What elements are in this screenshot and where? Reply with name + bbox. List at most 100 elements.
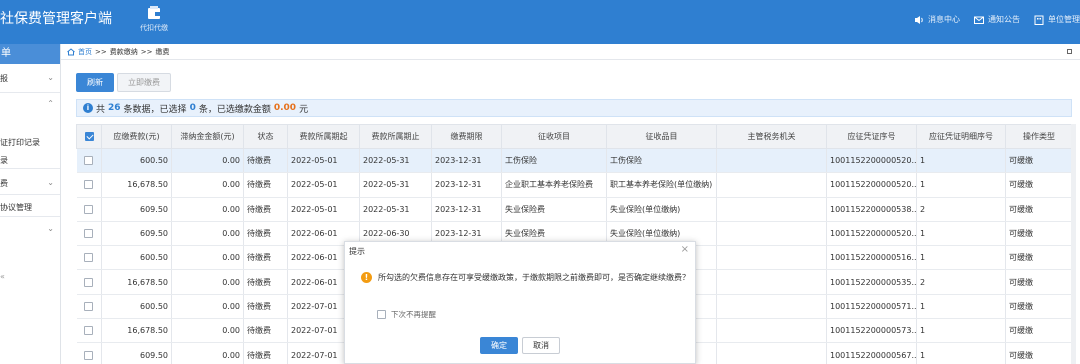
table-cell: 1001152200000520... [826, 221, 917, 247]
cancel-button[interactable]: 取消 [522, 337, 560, 354]
sidebar-item-agreement[interactable]: 协议管理 [0, 202, 60, 213]
table-cell: 可缓缴 [1005, 294, 1073, 320]
table-cell: 0.00 [171, 318, 244, 344]
table-cell [716, 172, 827, 198]
column-header[interactable]: 征收项目 [501, 124, 607, 149]
table-cell: 16,678.50 [101, 269, 172, 295]
row-checkbox[interactable] [76, 318, 102, 344]
table-cell: 可缓缴 [1005, 269, 1073, 295]
table-scrollbar[interactable] [1071, 124, 1076, 364]
module-label: 代扣代缴 [140, 24, 168, 32]
speaker-icon [915, 15, 923, 24]
sidebar-item-label: 证打印记录 [0, 138, 40, 147]
column-header[interactable]: 滞纳金金额(元) [171, 124, 244, 149]
refresh-button[interactable]: 刷新 [76, 73, 114, 92]
maximize-icon[interactable] [1067, 49, 1072, 54]
chevron-up-icon: ⌃ [47, 99, 54, 108]
sidebar-item-fee[interactable]: 费 ⌄ [0, 178, 60, 189]
table-cell: 609.50 [101, 342, 172, 364]
table-cell: 2022-05-01 [287, 172, 360, 198]
breadcrumb-separator: >> [95, 47, 107, 56]
pay-now-button[interactable]: 立即缴费 [117, 73, 171, 92]
column-header[interactable]: 费款所属期起 [287, 124, 360, 149]
table-cell: 0.00 [171, 221, 244, 247]
row-checkbox[interactable] [76, 294, 102, 320]
dont-remind-checkbox[interactable]: 下次不再提醒 [377, 309, 436, 320]
select-all-checkbox[interactable] [76, 124, 102, 149]
summary-text: 条数据，已选择 [123, 104, 187, 115]
table-cell: 0.00 [171, 148, 244, 174]
table-cell: 1 [916, 294, 1006, 320]
summary-text: 共 [96, 104, 106, 115]
checkbox-icon[interactable] [377, 310, 386, 319]
table-cell: 1 [916, 221, 1006, 247]
sidebar-collapse-button[interactable]: « [0, 272, 60, 281]
dialog-message: 所勾选的欠费信息存在可享受缓缴政策，于缴款期限之前缴费即可，是否确定继续缴费？ [378, 273, 690, 282]
row-checkbox[interactable] [76, 342, 102, 364]
table-cell: 工伤保险 [501, 148, 607, 174]
row-checkbox[interactable] [76, 269, 102, 295]
dont-remind-label: 下次不再提醒 [391, 310, 436, 319]
breadcrumb-home[interactable]: 首页 [78, 47, 92, 57]
column-header[interactable]: 缴费期限 [431, 124, 502, 149]
column-header[interactable]: 主管税务机关 [716, 124, 827, 149]
divider [0, 168, 60, 169]
top-right-nav: 消息中心 通知公告 单位管理 [914, 14, 1080, 25]
table-cell: 1 [916, 148, 1006, 174]
table-cell: 609.50 [101, 221, 172, 247]
sidebar-item-label: 协议管理 [0, 203, 32, 212]
topnav-message-center[interactable]: 消息中心 [914, 14, 960, 25]
table-row[interactable]: 600.50 0.00 待缴费 2022-05-01 2022-05-31 2023-12… [76, 148, 1073, 174]
row-checkbox[interactable] [76, 245, 102, 271]
summary-selected: 0 [189, 103, 196, 113]
table-row[interactable]: 609.50 0.00 待缴费 2022-05-01 2022-05-31 2023-12… [76, 197, 1073, 222]
table-cell: 待缴费 [243, 318, 288, 344]
table-cell: 职工基本养老保险(单位缴纳) [606, 172, 717, 198]
table-cell: 可缓缴 [1005, 197, 1073, 222]
topnav-unit-management[interactable]: 单位管理 [1034, 14, 1080, 25]
module-withholding[interactable]: 代扣代缴 [136, 3, 172, 39]
sidebar-item-records[interactable]: 录 [0, 155, 60, 166]
table-cell: 2 [916, 269, 1006, 295]
chevron-down-icon: ⌄ [47, 73, 54, 82]
checkbox-icon [84, 156, 94, 166]
table-cell: 2 [916, 197, 1006, 222]
table-cell: 1001152200000567... [826, 342, 917, 364]
breadcrumb-item[interactable]: 费款缴纳 [110, 47, 138, 57]
checkbox-icon [84, 204, 94, 214]
row-checkbox[interactable] [76, 148, 102, 174]
sidebar-item-report[interactable]: 报 ⌄ [0, 73, 60, 84]
column-header[interactable]: 应征凭证序号 [826, 124, 917, 149]
confirm-button[interactable]: 确定 [480, 337, 518, 354]
row-checkbox[interactable] [76, 221, 102, 247]
summary-text: 元 [299, 104, 309, 115]
row-checkbox[interactable] [76, 172, 102, 198]
sidebar-item-print-records[interactable]: 证打印记录 [0, 137, 60, 148]
table-cell: 1 [916, 318, 1006, 344]
table-cell: 失业保险费 [501, 197, 607, 222]
divider [0, 216, 60, 217]
table-row[interactable]: 16,678.50 0.00 待缴费 2022-05-01 2022-05-31 2023… [76, 172, 1073, 198]
topnav-label: 消息中心 [928, 15, 960, 24]
column-header[interactable]: 状态 [243, 124, 288, 149]
column-header[interactable]: 操作类型 [1005, 124, 1073, 149]
table-cell [716, 342, 827, 364]
row-checkbox[interactable] [76, 197, 102, 222]
column-header[interactable]: 应缴费款(元) [101, 124, 172, 149]
column-header[interactable]: 费款所属期止 [359, 124, 432, 149]
home-icon [67, 47, 75, 55]
table-cell: 2022-05-31 [359, 172, 432, 198]
sidebar-header: 单 [0, 44, 60, 64]
checkbox-icon [84, 253, 94, 263]
table-cell: 0.00 [171, 342, 244, 364]
topnav-notices[interactable]: 通知公告 [974, 14, 1020, 25]
column-header[interactable]: 应征凭证明细序号 [916, 124, 1006, 149]
table-cell [716, 197, 827, 222]
table-cell: 可缓缴 [1005, 172, 1073, 198]
sidebar-item-label: 报 [0, 74, 8, 83]
column-header[interactable]: 征收品目 [606, 124, 717, 149]
table-cell [716, 245, 827, 271]
breadcrumb: 首页 >> 费款缴纳 >> 缴费 [61, 44, 1080, 60]
close-icon[interactable]: × [681, 244, 689, 255]
table-cell: 待缴费 [243, 269, 288, 295]
